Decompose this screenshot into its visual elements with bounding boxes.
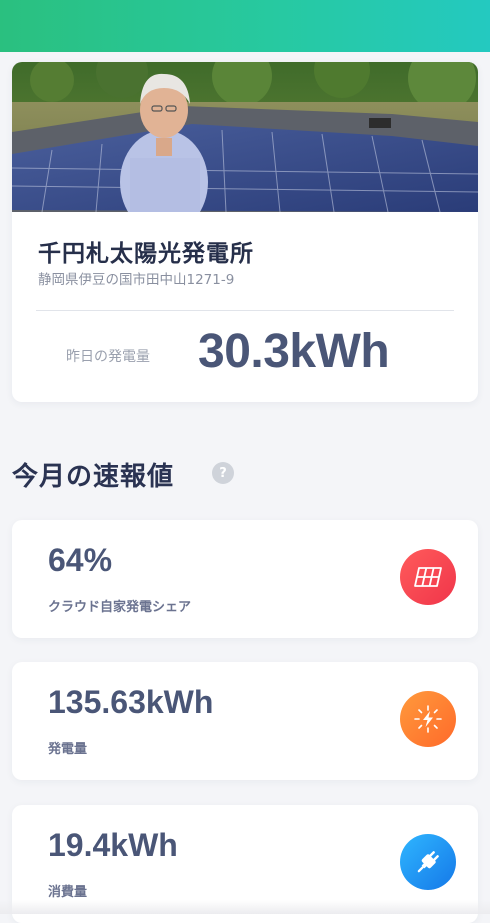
monthly-report-title: 今月の速報値 bbox=[12, 462, 175, 492]
stat-label: 発電量 bbox=[48, 742, 88, 757]
stat-card-generation[interactable]: 135.63kWh 発電量 bbox=[12, 662, 478, 780]
yesterday-generation-value: 30.3kWh bbox=[198, 325, 390, 378]
plant-address: 静岡県伊豆の国市田中山1271-9 bbox=[38, 272, 235, 288]
yesterday-generation-label: 昨日の発電量 bbox=[66, 349, 150, 365]
stat-label: 消費量 bbox=[48, 885, 88, 900]
header-bar bbox=[0, 0, 490, 52]
plant-photo bbox=[12, 62, 478, 212]
lightning-sun-icon bbox=[400, 691, 456, 747]
stat-value: 135.63kWh bbox=[48, 684, 214, 720]
bottom-edge bbox=[0, 900, 490, 914]
stat-card-self-generation-share[interactable]: 64% クラウド自家発電シェア bbox=[12, 520, 478, 638]
stat-value: 19.4kWh bbox=[48, 827, 178, 863]
solar-panel-icon bbox=[400, 549, 456, 605]
divider bbox=[36, 310, 454, 311]
plant-card[interactable]: 千円札太陽光発電所 静岡県伊豆の国市田中山1271-9 昨日の発電量 30.3k… bbox=[12, 62, 478, 402]
stat-value: 64% bbox=[48, 542, 113, 578]
plant-name: 千円札太陽光発電所 bbox=[38, 241, 254, 267]
power-plug-icon bbox=[400, 834, 456, 890]
question-mark-icon[interactable]: ? bbox=[212, 462, 234, 484]
stat-label: クラウド自家発電シェア bbox=[48, 600, 192, 615]
